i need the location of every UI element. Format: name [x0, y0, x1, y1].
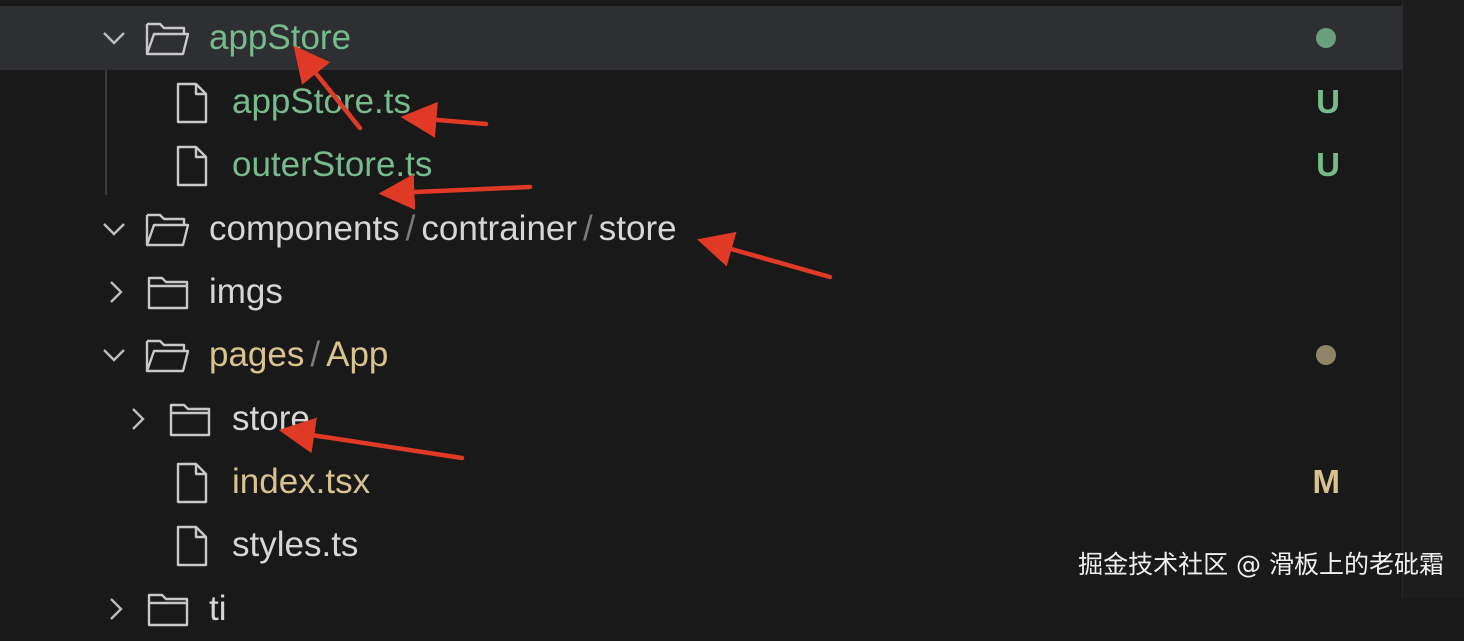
path-segment: App [326, 335, 389, 374]
tree-row-imgs-folder[interactable]: imgs [0, 260, 1402, 324]
git-status-badge: M [1312, 463, 1341, 500]
chevron-right-icon[interactable] [102, 595, 130, 623]
folder-open-icon [144, 18, 190, 58]
modified-status-dot [1316, 28, 1336, 48]
path-separator: / [310, 335, 321, 374]
folder-open-icon [144, 209, 190, 249]
folder-icon [146, 272, 190, 312]
tree-row-components-folder[interactable]: components / contrainer / store [0, 197, 1402, 261]
tree-row-label: pages / App [209, 333, 388, 377]
tree-row-appstore-folder[interactable]: appStore [0, 6, 1402, 70]
git-status-badge: U [1316, 146, 1340, 183]
tree-row-label: styles.ts [232, 525, 359, 564]
chevron-right-icon[interactable] [124, 405, 152, 433]
path-segment: components [209, 209, 400, 248]
path-separator: / [405, 209, 416, 248]
chevron-down-icon[interactable] [100, 24, 128, 52]
path-segment: pages [209, 335, 305, 374]
chevron-down-icon[interactable] [100, 341, 128, 369]
scrollbar-track[interactable] [1402, 0, 1464, 598]
tree-row-label: appStore [209, 18, 352, 57]
path-segment: contrainer [421, 209, 578, 248]
tree-row-pages-app-folder[interactable]: pages / App [0, 323, 1402, 387]
watermark-text: 掘金技术社区 @ 滑板上的老砒霜 [1078, 550, 1444, 579]
folder-icon [146, 589, 190, 629]
path-separator: / [583, 209, 593, 248]
file-icon [172, 462, 216, 504]
tree-row-label: components / contrainer / store [209, 207, 677, 251]
file-explorer-tree: appStore appStore.ts U outerStore.ts U c… [0, 0, 1402, 628]
file-icon [172, 145, 216, 187]
git-status-badge: U [1316, 83, 1340, 120]
tree-row-store-folder[interactable]: store [0, 387, 1402, 451]
tree-row-partial-folder[interactable]: ti [0, 577, 1402, 641]
tree-row-index-tsx[interactable]: index.tsx M [0, 450, 1402, 514]
tree-row-outerstore-ts[interactable]: outerStore.ts U [0, 133, 1402, 197]
folder-open-icon [144, 335, 190, 375]
file-icon [172, 525, 216, 567]
tree-row-appstore-ts[interactable]: appStore.ts U [0, 70, 1402, 134]
folder-icon [168, 399, 212, 439]
tree-row-label: ti [209, 589, 227, 628]
chevron-right-icon[interactable] [102, 278, 130, 306]
path-segment: store [598, 209, 677, 248]
tree-row-label: index.tsx [232, 462, 371, 501]
tree-row-label: store [232, 399, 310, 438]
tree-row-label: imgs [209, 272, 283, 311]
file-icon [172, 82, 216, 124]
chevron-down-icon[interactable] [100, 215, 128, 243]
tree-row-label: outerStore.ts [232, 145, 433, 184]
modified-status-dot [1316, 345, 1336, 365]
tree-row-label: appStore.ts [232, 82, 411, 121]
